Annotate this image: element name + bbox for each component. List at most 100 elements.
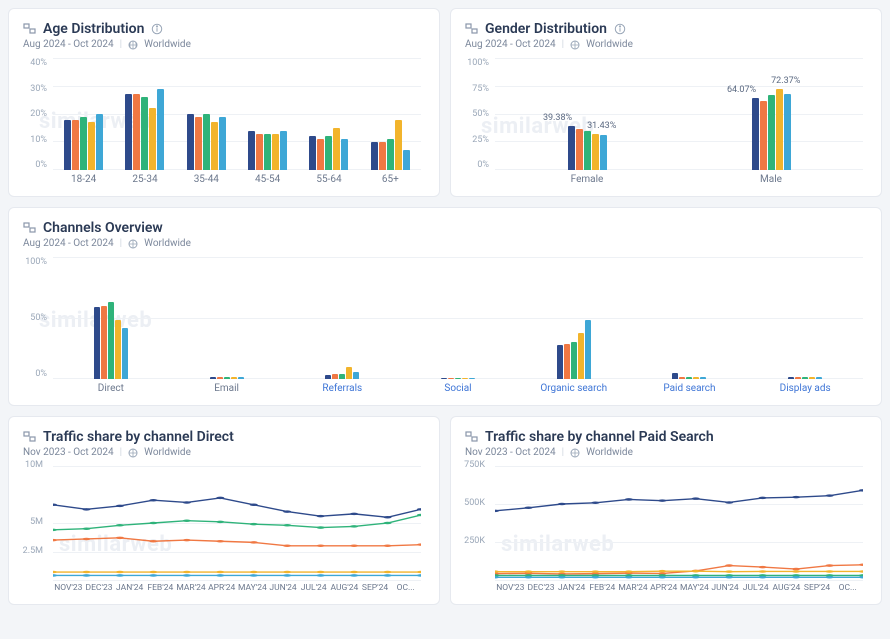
bar[interactable] [568, 126, 575, 170]
data-point[interactable] [283, 574, 291, 577]
data-point[interactable] [725, 564, 733, 567]
bar[interactable] [272, 134, 279, 170]
data-point[interactable] [792, 576, 800, 579]
info-icon[interactable] [150, 22, 164, 36]
data-point[interactable] [183, 501, 191, 504]
data-point[interactable] [658, 576, 666, 579]
data-point[interactable] [825, 570, 833, 573]
data-point[interactable] [725, 570, 733, 573]
bar[interactable] [403, 150, 410, 170]
bar[interactable] [149, 108, 156, 170]
line-series[interactable] [53, 498, 421, 517]
data-point[interactable] [417, 543, 421, 546]
bar[interactable] [760, 101, 767, 170]
x-tick[interactable]: Organic search [516, 379, 632, 397]
data-point[interactable] [116, 537, 124, 540]
bar[interactable] [195, 117, 202, 170]
bar[interactable] [115, 320, 121, 379]
data-point[interactable] [82, 538, 90, 541]
bar[interactable] [187, 114, 194, 170]
data-point[interactable] [825, 576, 833, 579]
line-series[interactable] [53, 538, 421, 546]
data-point[interactable] [658, 570, 666, 573]
data-point[interactable] [725, 501, 733, 504]
bar[interactable] [584, 131, 591, 170]
bar[interactable] [776, 89, 783, 170]
bar[interactable] [256, 134, 263, 170]
bar[interactable] [379, 142, 386, 170]
data-point[interactable] [216, 574, 224, 577]
bar[interactable] [325, 136, 332, 170]
data-point[interactable] [591, 570, 599, 573]
data-point[interactable] [383, 571, 391, 574]
data-point[interactable] [859, 564, 863, 567]
data-point[interactable] [250, 574, 258, 577]
data-point[interactable] [383, 516, 391, 519]
data-point[interactable] [250, 571, 258, 574]
bar[interactable] [88, 122, 95, 170]
bar[interactable] [101, 306, 107, 379]
data-point[interactable] [317, 571, 325, 574]
line-series[interactable] [495, 490, 863, 511]
bar[interactable] [784, 94, 791, 170]
data-point[interactable] [825, 564, 833, 567]
data-point[interactable] [591, 576, 599, 579]
data-point[interactable] [149, 574, 157, 577]
info-icon[interactable] [613, 22, 627, 36]
x-tick[interactable]: Paid search [632, 379, 748, 397]
data-point[interactable] [350, 571, 358, 574]
data-point[interactable] [692, 570, 700, 573]
data-point[interactable] [383, 522, 391, 525]
bar[interactable] [264, 134, 271, 170]
bar[interactable] [571, 342, 577, 379]
data-point[interactable] [149, 540, 157, 543]
data-point[interactable] [692, 576, 700, 579]
data-point[interactable] [283, 571, 291, 574]
data-point[interactable] [625, 498, 633, 501]
data-point[interactable] [383, 545, 391, 548]
data-point[interactable] [383, 574, 391, 577]
data-point[interactable] [53, 571, 57, 574]
bar[interactable] [72, 120, 79, 170]
bar[interactable] [752, 98, 759, 170]
x-tick[interactable]: Display ads [747, 379, 863, 397]
data-point[interactable] [558, 576, 566, 579]
bar[interactable] [592, 134, 599, 170]
data-point[interactable] [183, 539, 191, 542]
bar[interactable] [248, 131, 255, 170]
bar[interactable] [219, 117, 226, 170]
data-point[interactable] [216, 540, 224, 543]
bar[interactable] [317, 139, 324, 170]
bar[interactable] [133, 94, 140, 170]
data-point[interactable] [53, 529, 57, 532]
bar[interactable] [564, 344, 570, 379]
data-point[interactable] [53, 574, 57, 577]
data-point[interactable] [216, 521, 224, 524]
bar[interactable] [122, 328, 128, 379]
data-point[interactable] [216, 497, 224, 500]
data-point[interactable] [417, 571, 421, 574]
data-point[interactable] [82, 508, 90, 511]
line-series[interactable] [53, 515, 421, 530]
data-point[interactable] [149, 571, 157, 574]
data-point[interactable] [792, 570, 800, 573]
data-point[interactable] [317, 574, 325, 577]
data-point[interactable] [792, 568, 800, 571]
data-point[interactable] [725, 576, 733, 579]
data-point[interactable] [283, 524, 291, 527]
bar[interactable] [371, 142, 378, 170]
bar[interactable] [333, 128, 340, 170]
bar[interactable] [125, 94, 132, 170]
line-series[interactable] [495, 565, 863, 574]
bar[interactable] [578, 333, 584, 379]
data-point[interactable] [558, 503, 566, 506]
bar[interactable] [557, 345, 563, 379]
data-point[interactable] [759, 497, 767, 500]
data-point[interactable] [625, 576, 633, 579]
data-point[interactable] [283, 510, 291, 513]
data-point[interactable] [417, 574, 421, 577]
data-point[interactable] [524, 507, 532, 510]
data-point[interactable] [759, 570, 767, 573]
data-point[interactable] [250, 541, 258, 544]
bar[interactable] [280, 131, 287, 170]
